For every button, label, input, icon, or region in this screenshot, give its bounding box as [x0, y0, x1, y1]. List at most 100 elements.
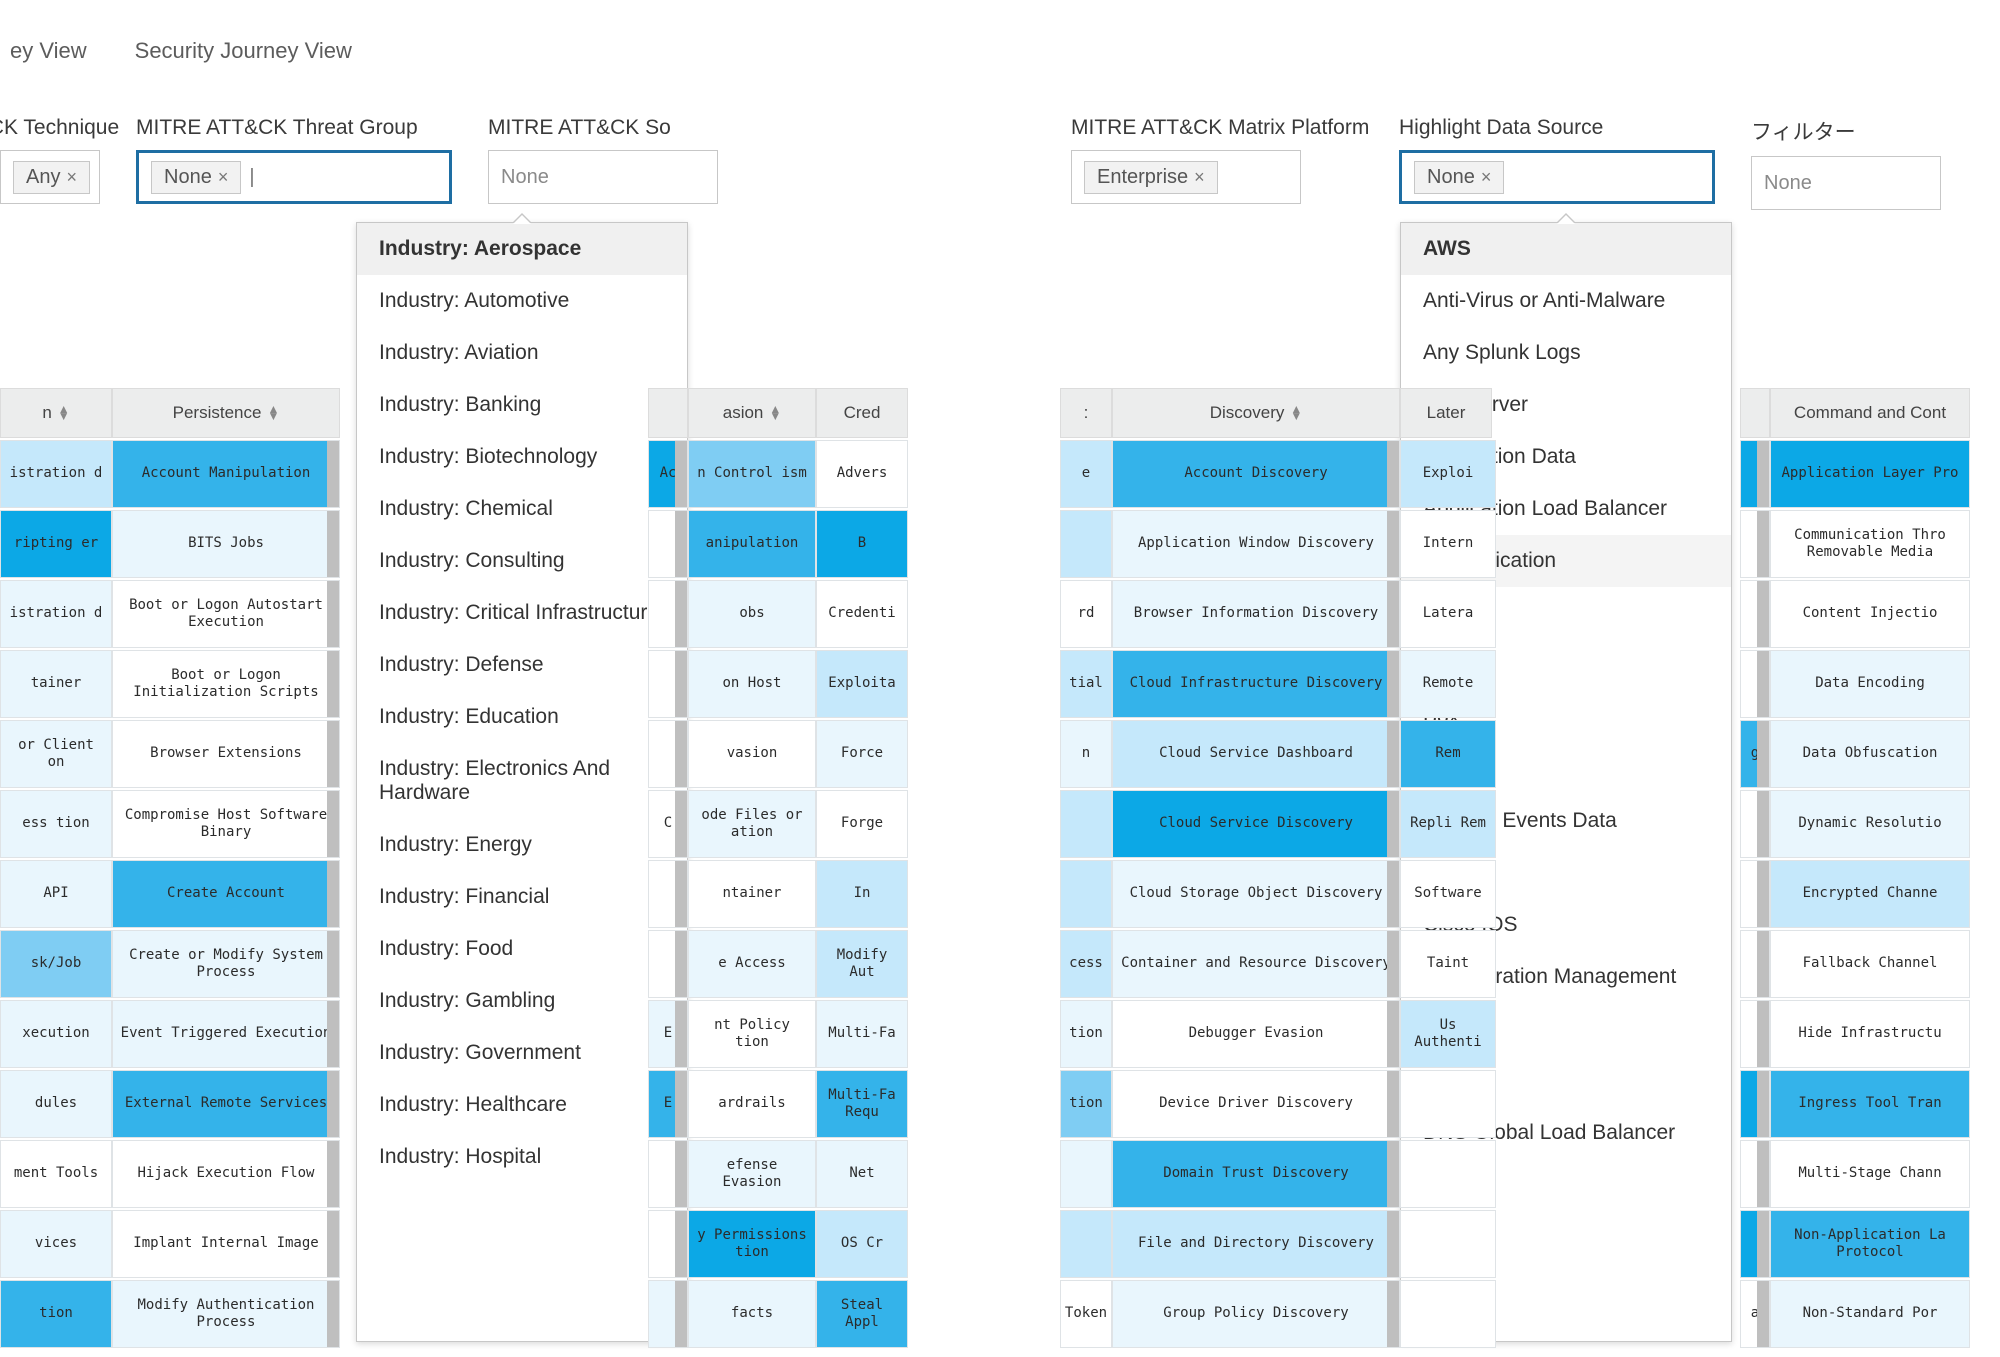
matrix-cell[interactable]: [1740, 1070, 1770, 1138]
matrix-cell[interactable]: [648, 510, 688, 578]
matrix-cell[interactable]: obs: [688, 580, 816, 648]
cell-handle[interactable]: [327, 1141, 339, 1207]
matrix-cell[interactable]: dules: [0, 1070, 112, 1138]
matrix-cell[interactable]: Cloud Service Dashboard: [1112, 720, 1400, 788]
matrix-cell[interactable]: C: [648, 790, 688, 858]
matrix-cell[interactable]: [648, 720, 688, 788]
cell-handle[interactable]: [1387, 1001, 1399, 1067]
dropdown-item[interactable]: Any Splunk Logs: [1401, 327, 1731, 379]
cell-handle[interactable]: [1387, 511, 1399, 577]
matrix-cell[interactable]: Create Account: [112, 860, 340, 928]
matrix-cell[interactable]: BITS Jobs: [112, 510, 340, 578]
filter-platform-box[interactable]: Enterprise ×: [1071, 150, 1301, 204]
matrix-cell[interactable]: vices: [0, 1210, 112, 1278]
matrix-cell[interactable]: Group Policy Discovery: [1112, 1280, 1400, 1348]
matrix-cell[interactable]: [1060, 1210, 1112, 1278]
matrix-cell[interactable]: Cloud Storage Object Discovery: [1112, 860, 1400, 928]
matrix-cell[interactable]: [648, 930, 688, 998]
matrix-cell[interactable]: [1060, 510, 1112, 578]
matrix-cell[interactable]: [1740, 510, 1770, 578]
matrix-cell[interactable]: Multi-Fa Requ: [816, 1070, 908, 1138]
cell-handle[interactable]: [1387, 441, 1399, 507]
cell-handle[interactable]: [327, 931, 339, 997]
col-header-lateral[interactable]: Later: [1400, 388, 1492, 438]
col-header-cred[interactable]: Cred: [816, 388, 908, 438]
matrix-cell[interactable]: or Client on: [0, 720, 112, 788]
cell-handle[interactable]: [1757, 721, 1769, 787]
matrix-cell[interactable]: In: [816, 860, 908, 928]
cell-handle[interactable]: [675, 791, 687, 857]
matrix-cell[interactable]: OS Cr: [816, 1210, 908, 1278]
matrix-cell[interactable]: on Host: [688, 650, 816, 718]
matrix-cell[interactable]: Application Window Discovery: [1112, 510, 1400, 578]
cell-handle[interactable]: [675, 441, 687, 507]
filter-threat-group-input[interactable]: [247, 165, 255, 190]
matrix-cell[interactable]: Advers: [816, 440, 908, 508]
matrix-cell[interactable]: vasion: [688, 720, 816, 788]
tab-key-view[interactable]: ey View: [10, 38, 87, 64]
matrix-cell[interactable]: ardrails: [688, 1070, 816, 1138]
dropdown-item[interactable]: Industry: Automotive: [357, 275, 687, 327]
cell-handle[interactable]: [1757, 511, 1769, 577]
dropdown-item[interactable]: Industry: Education: [357, 691, 687, 743]
matrix-cell[interactable]: [1740, 1000, 1770, 1068]
matrix-cell[interactable]: istration d: [0, 580, 112, 648]
matrix-cell[interactable]: Container and Resource Discovery: [1112, 930, 1400, 998]
filter-threat-group-box[interactable]: None ×: [136, 150, 452, 204]
matrix-cell[interactable]: a: [1740, 1280, 1770, 1348]
matrix-cell[interactable]: istration d: [0, 440, 112, 508]
cell-handle[interactable]: [1757, 791, 1769, 857]
cell-handle[interactable]: [1387, 1281, 1399, 1347]
filter-highlight-token[interactable]: None ×: [1414, 161, 1504, 194]
cell-handle[interactable]: [1757, 931, 1769, 997]
cell-handle[interactable]: [1387, 651, 1399, 717]
col-header-persistence[interactable]: Persistence▲▼: [112, 388, 340, 438]
cell-handle[interactable]: [1387, 721, 1399, 787]
matrix-cell[interactable]: Dynamic Resolutio: [1770, 790, 1970, 858]
matrix-cell[interactable]: [1400, 1210, 1496, 1278]
cell-handle[interactable]: [327, 511, 339, 577]
cell-handle[interactable]: [675, 651, 687, 717]
matrix-cell[interactable]: Multi-Stage Chann: [1770, 1140, 1970, 1208]
matrix-cell[interactable]: Latera: [1400, 580, 1496, 648]
matrix-cell[interactable]: Exploi: [1400, 440, 1496, 508]
dropdown-item[interactable]: Industry: Consulting: [357, 535, 687, 587]
matrix-cell[interactable]: Credenti: [816, 580, 908, 648]
matrix-cell[interactable]: efense Evasion: [688, 1140, 816, 1208]
matrix-cell[interactable]: Encrypted Channe: [1770, 860, 1970, 928]
matrix-cell[interactable]: [648, 1140, 688, 1208]
cell-handle[interactable]: [1387, 581, 1399, 647]
matrix-cell[interactable]: Create or Modify System Process: [112, 930, 340, 998]
cell-handle[interactable]: [675, 1211, 687, 1277]
dropdown-item[interactable]: Industry: Hospital: [357, 1131, 687, 1183]
filter-technique-token[interactable]: Any ×: [13, 161, 90, 194]
cell-handle[interactable]: [675, 1001, 687, 1067]
matrix-cell[interactable]: Boot or Logon Autostart Execution: [112, 580, 340, 648]
filter-jp-box[interactable]: None: [1751, 156, 1941, 210]
matrix-cell[interactable]: Browser Information Discovery: [1112, 580, 1400, 648]
cell-handle[interactable]: [327, 1071, 339, 1137]
matrix-cell[interactable]: xecution: [0, 1000, 112, 1068]
matrix-cell[interactable]: nt Policy tion: [688, 1000, 816, 1068]
cell-handle[interactable]: [1387, 791, 1399, 857]
matrix-cell[interactable]: Boot or Logon Initialization Scripts: [112, 650, 340, 718]
dropdown-item[interactable]: Industry: Government: [357, 1027, 687, 1079]
matrix-cell[interactable]: Cloud Service Discovery: [1112, 790, 1400, 858]
matrix-cell[interactable]: Data Encoding: [1770, 650, 1970, 718]
dropdown-item[interactable]: Industry: Chemical: [357, 483, 687, 535]
cell-handle[interactable]: [1757, 581, 1769, 647]
matrix-cell[interactable]: cess: [1060, 930, 1112, 998]
cell-handle[interactable]: [1757, 441, 1769, 507]
matrix-cell[interactable]: tion: [0, 1280, 112, 1348]
matrix-cell[interactable]: sk/Job: [0, 930, 112, 998]
col-header-command[interactable]: Command and Cont: [1770, 388, 1970, 438]
cell-handle[interactable]: [327, 1211, 339, 1277]
dropdown-item[interactable]: Industry: Healthcare: [357, 1079, 687, 1131]
cell-handle[interactable]: [675, 721, 687, 787]
cell-handle[interactable]: [1757, 1071, 1769, 1137]
matrix-cell[interactable]: g: [1740, 720, 1770, 788]
cell-handle[interactable]: [675, 1071, 687, 1137]
matrix-cell[interactable]: [1060, 860, 1112, 928]
cell-handle[interactable]: [327, 721, 339, 787]
dropdown-item[interactable]: Industry: Gambling: [357, 975, 687, 1027]
